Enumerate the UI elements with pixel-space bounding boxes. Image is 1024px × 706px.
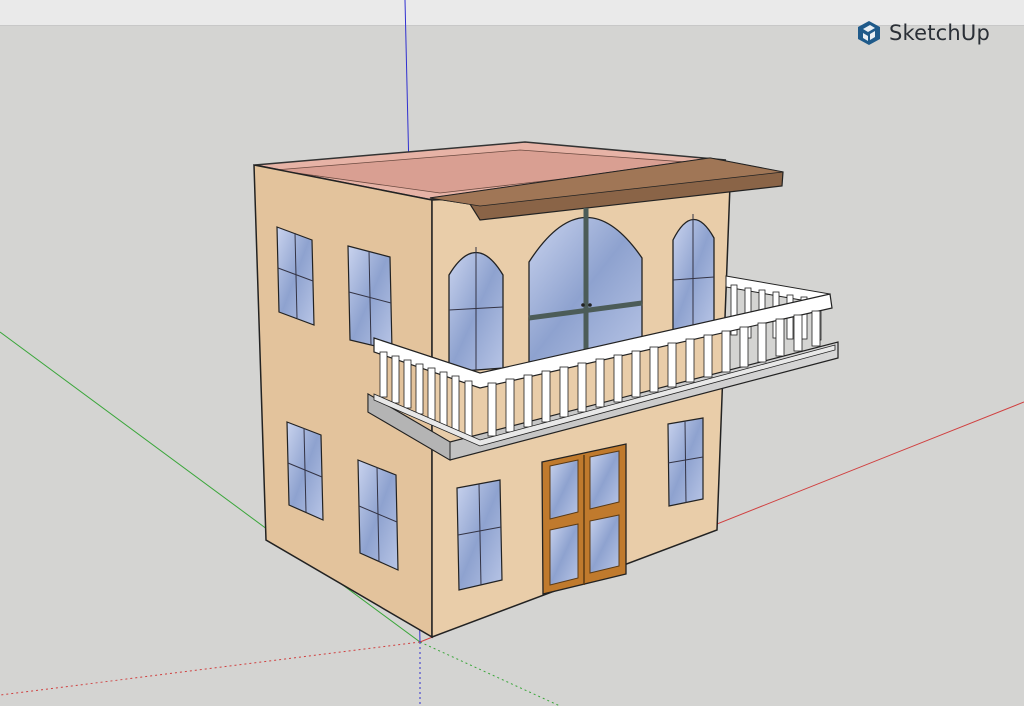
front-double-door: [541, 443, 627, 595]
house-model[interactable]: [253, 141, 839, 639]
3d-scene[interactable]: [0, 0, 1024, 706]
red-axis-dotted: [0, 641, 421, 696]
green-axis-dotted: [419, 641, 561, 706]
